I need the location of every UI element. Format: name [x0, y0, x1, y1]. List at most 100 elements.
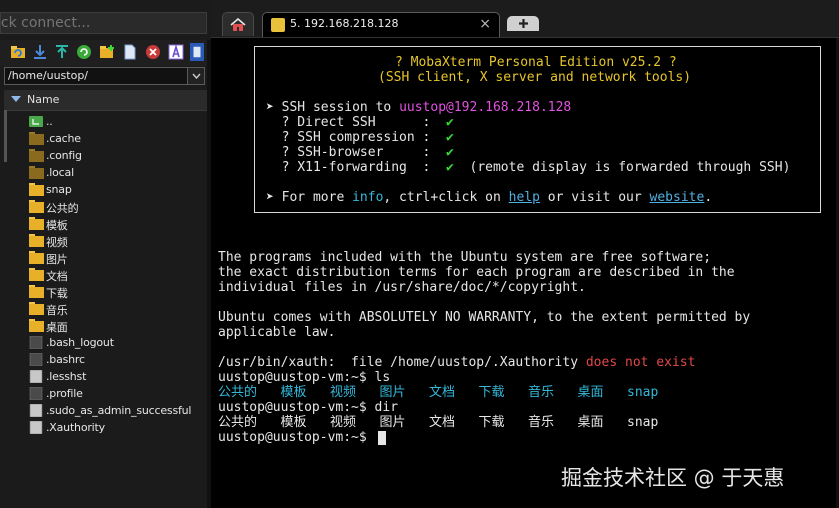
file-name: .Xauthority — [46, 421, 105, 434]
folder-icon — [29, 268, 44, 281]
file-name: .sudo_as_admin_successful — [46, 404, 192, 417]
file-list-item[interactable]: .lesshst — [0, 368, 211, 385]
banner-subtitle: (SSH client, X server and network tools) — [378, 70, 692, 85]
feature-label: ? Direct SSH : — [266, 115, 447, 130]
file-list-item[interactable]: 视频 — [0, 232, 211, 249]
file-list-item[interactable]: .sudo_as_admin_successful — [0, 402, 211, 419]
output-line: 公共的 模板 视频 图片 文档 下载 音乐 桌面 snap — [218, 415, 658, 430]
folder-icon — [29, 217, 44, 230]
file-list-item[interactable]: 模板 — [0, 215, 211, 232]
new-file-icon[interactable] — [121, 43, 139, 61]
file-name: snap — [46, 183, 72, 196]
path-selector[interactable]: /home/uustop/ — [4, 67, 205, 85]
dir-entry: 模板 — [280, 415, 307, 430]
current-path: /home/uustop/ — [8, 69, 89, 82]
file-list-item[interactable]: 桌面 — [0, 317, 211, 334]
feature-line: ? SSH-browser : ✔ — [266, 145, 454, 160]
check-icon: ✔ — [446, 130, 454, 145]
session-tab-ssh[interactable]: 5. 192.168.218.128 × — [262, 12, 500, 37]
file-name: 下载 — [46, 287, 68, 300]
panel-splitter[interactable] — [207, 40, 211, 508]
prompt-line-1: uustop@uustop-vm:~$ ls — [218, 370, 390, 385]
file-list-item[interactable]: 下载 — [0, 283, 211, 300]
file-list-item[interactable]: 图片 — [0, 249, 211, 266]
file-list-item[interactable]: .bashrc — [0, 351, 211, 368]
help-link[interactable]: help — [509, 190, 540, 205]
file-list-item[interactable]: 音乐 — [0, 300, 211, 317]
check-icon: ✔ — [446, 145, 454, 160]
dir-entry: 下载 — [478, 415, 505, 430]
file-list-item[interactable]: .profile — [0, 385, 211, 402]
sftp-toolbar — [0, 40, 211, 66]
file-name: 视频 — [46, 236, 68, 249]
delete-icon[interactable] — [144, 43, 162, 61]
file-list-item[interactable]: .. — [0, 113, 211, 130]
properties-icon[interactable] — [190, 43, 204, 61]
xauth-error: does not exist — [585, 355, 696, 370]
terminal-line: The programs included with the Ubuntu sy… — [218, 250, 712, 265]
file-list-item[interactable]: 文档 — [0, 266, 211, 283]
file-name: .local — [46, 166, 74, 179]
terminal-cursor — [378, 431, 386, 445]
quick-connect-box[interactable] — [0, 12, 207, 34]
folder-icon — [29, 302, 44, 315]
dir-entry: 桌面 — [577, 385, 604, 400]
quick-connect-input[interactable] — [1, 13, 201, 33]
close-tab-icon[interactable]: × — [479, 16, 491, 32]
feature-label: ? SSH-browser : — [266, 145, 447, 160]
banner-title: ? MobaXterm Personal Edition v25.2 ? — [395, 55, 677, 70]
file-name: 模板 — [46, 219, 68, 232]
file-list-item[interactable]: .cache — [0, 130, 211, 147]
file-name: .lesshst — [46, 370, 87, 383]
ssh-session-icon — [271, 18, 285, 32]
website-link[interactable]: website — [650, 190, 705, 205]
file-icon — [29, 370, 43, 383]
rename-icon[interactable] — [167, 43, 185, 61]
file-list-item[interactable]: snap — [0, 181, 211, 198]
file-list-item[interactable]: .config — [0, 147, 211, 164]
upload-icon[interactable] — [53, 43, 71, 61]
file-icon — [29, 353, 43, 366]
dir-entry: snap — [627, 415, 659, 430]
sync-icon[interactable] — [75, 43, 93, 61]
terminal-line: individual files in /usr/share/doc/*/cop… — [218, 280, 586, 295]
new-folder-icon[interactable] — [98, 43, 116, 61]
more-mid: , ctrl+click on — [383, 190, 509, 205]
info-link[interactable]: info — [352, 190, 383, 205]
file-name: .config — [46, 149, 82, 162]
output-line: 公共的 模板 视频 图片 文档 下载 音乐 桌面 snap — [218, 385, 658, 400]
more-or: or visit our — [539, 190, 650, 205]
feature-label: ? SSH compression : — [266, 130, 447, 145]
session-tab-label: 5. 192.168.218.128 — [290, 17, 399, 30]
dir-entry: 下载 — [478, 385, 505, 400]
file-name: .bashrc — [46, 353, 85, 366]
dir-entry: 视频 — [330, 385, 357, 400]
name-column-header[interactable]: Name — [4, 90, 207, 111]
dir-entry: 公共的 — [218, 385, 258, 400]
sort-arrow-icon — [11, 96, 21, 102]
dir-entry: 图片 — [379, 385, 406, 400]
file-name: 图片 — [46, 253, 68, 266]
new-tab-button[interactable] — [507, 16, 539, 31]
dir-entry: 文档 — [429, 385, 456, 400]
file-list-item[interactable]: 公共的 — [0, 198, 211, 215]
file-list-item[interactable]: .Xauthority — [0, 419, 211, 436]
dir-entry: 文档 — [429, 415, 456, 430]
plus-icon — [518, 19, 528, 28]
folder-icon — [29, 200, 44, 213]
refresh-folder-icon[interactable] — [9, 43, 27, 61]
chevron-down-icon[interactable] — [187, 68, 204, 84]
more-end: . — [704, 190, 713, 205]
file-list-item[interactable]: .local — [0, 164, 211, 181]
more-prefix: ➤ For more — [266, 190, 353, 205]
folder-icon — [29, 285, 44, 298]
download-icon[interactable] — [31, 43, 49, 61]
xauth-line: /usr/bin/xauth: file /home/uustop/.Xauth… — [218, 355, 695, 370]
file-name: .profile — [46, 387, 83, 400]
check-icon: ✔ — [446, 115, 454, 130]
dir-entry: 图片 — [379, 415, 406, 430]
parent-folder-icon — [29, 116, 43, 127]
home-tab[interactable] — [222, 12, 254, 36]
file-list-item[interactable]: .bash_logout — [0, 334, 211, 351]
dir-entry: 模板 — [280, 385, 307, 400]
